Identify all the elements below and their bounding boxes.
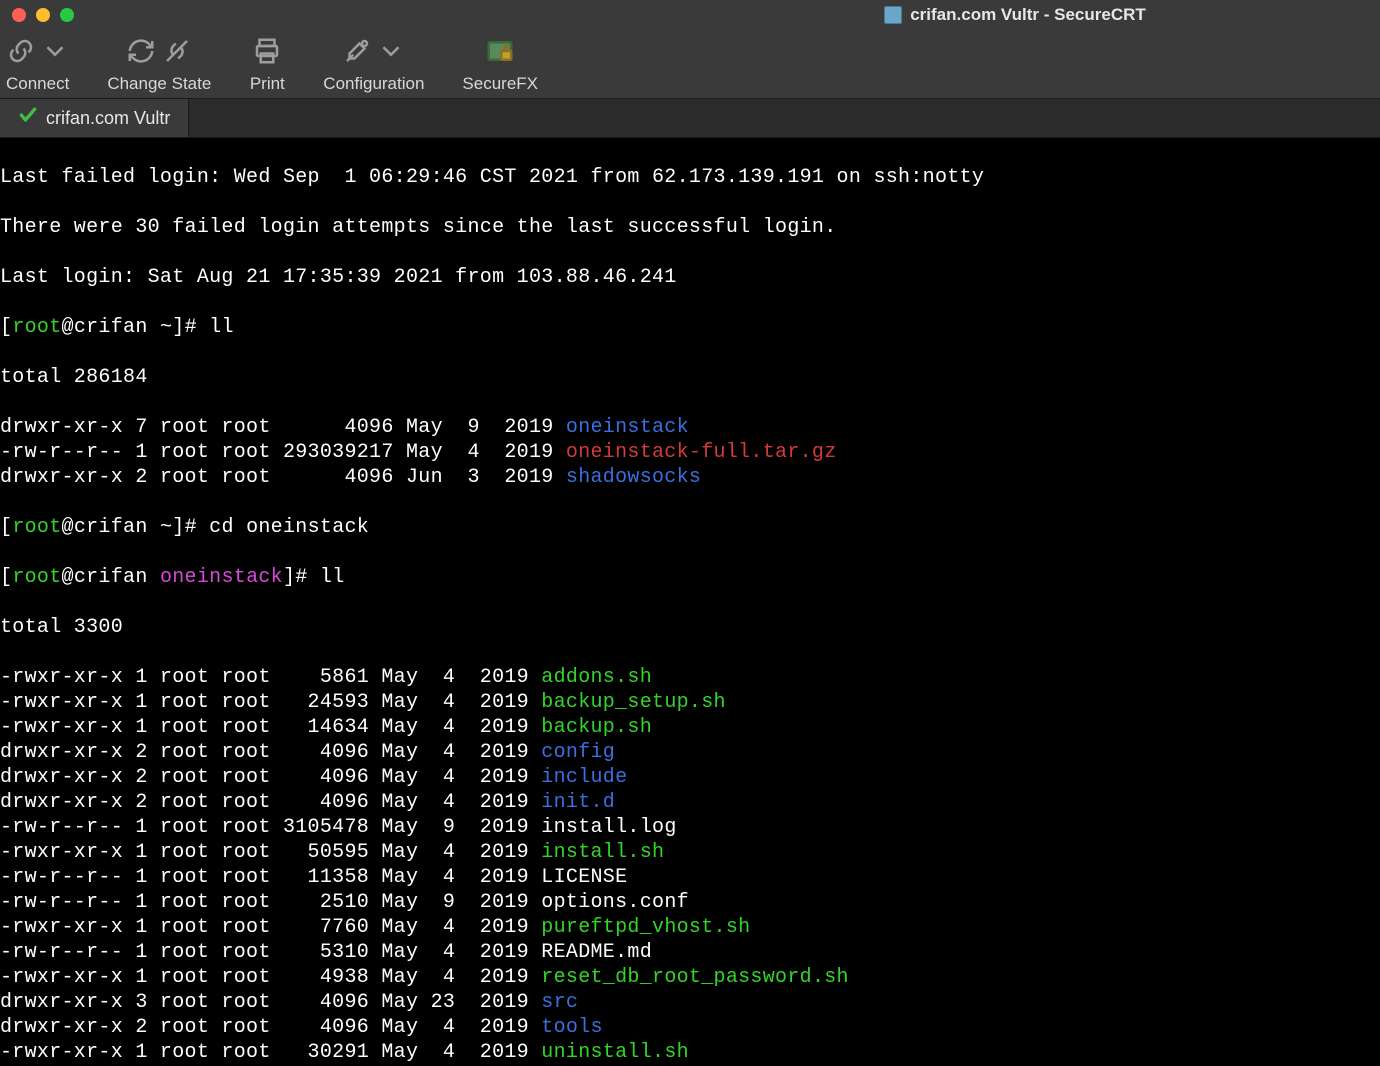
ls-row: -rw-r--r-- 1 root root 5310 May 4 2019 R… bbox=[0, 940, 1380, 965]
file-name: shadowsocks bbox=[566, 465, 701, 490]
securefx-icon bbox=[485, 36, 515, 71]
ls-row: -rwxr-xr-x 1 root root 24593 May 4 2019 … bbox=[0, 690, 1380, 715]
connect-label: Connect bbox=[6, 74, 69, 94]
configuration-button[interactable]: Configuration bbox=[323, 38, 424, 94]
file-name: src bbox=[541, 990, 578, 1015]
file-meta: drwxr-xr-x 2 root root 4096 May 4 2019 bbox=[0, 741, 541, 764]
ls-row: -rw-r--r-- 1 root root 3105478 May 9 201… bbox=[0, 815, 1380, 840]
file-name: options.conf bbox=[541, 890, 689, 915]
change-state-button[interactable]: Change State bbox=[107, 38, 211, 94]
ls-listing-1: drwxr-xr-x 7 root root 4096 May 9 2019 o… bbox=[0, 415, 1380, 490]
file-name: backup.sh bbox=[541, 715, 652, 740]
file-name: README.md bbox=[541, 940, 652, 965]
file-meta: -rw-r--r-- 1 root root 3105478 May 9 201… bbox=[0, 816, 541, 839]
prompt-line: [root@crifan ~]# ll bbox=[0, 315, 1380, 340]
file-meta: drwxr-xr-x 7 root root 4096 May 9 2019 bbox=[0, 416, 566, 439]
file-meta: drwxr-xr-x 2 root root 4096 May 4 2019 bbox=[0, 791, 541, 814]
file-meta: -rw-r--r-- 1 root root 2510 May 9 2019 bbox=[0, 891, 541, 914]
file-name: LICENSE bbox=[541, 865, 627, 890]
ls-row: -rwxr-xr-x 1 root root 50595 May 4 2019 … bbox=[0, 840, 1380, 865]
file-meta: -rwxr-xr-x 1 root root 50595 May 4 2019 bbox=[0, 841, 541, 864]
file-meta: drwxr-xr-x 2 root root 4096 Jun 3 2019 bbox=[0, 466, 566, 489]
check-icon bbox=[18, 105, 38, 131]
link-icon bbox=[6, 36, 36, 71]
print-label: Print bbox=[250, 74, 285, 94]
tabbar: crifan.com Vultr bbox=[0, 98, 1380, 138]
ls-row: -rwxr-xr-x 1 root root 14634 May 4 2019 … bbox=[0, 715, 1380, 740]
ls-row: drwxr-xr-x 3 root root 4096 May 23 2019 … bbox=[0, 990, 1380, 1015]
ls-row: drwxr-xr-x 2 root root 4096 Jun 3 2019 s… bbox=[0, 465, 1380, 490]
prompt-line: [root@crifan oneinstack]# ll bbox=[0, 565, 1380, 590]
ls-listing-2: -rwxr-xr-x 1 root root 5861 May 4 2019 a… bbox=[0, 665, 1380, 1066]
window-controls bbox=[12, 8, 74, 22]
printer-icon bbox=[252, 36, 282, 71]
prompt-line: [root@crifan ~]# cd oneinstack bbox=[0, 515, 1380, 540]
file-meta: drwxr-xr-x 2 root root 4096 May 4 2019 bbox=[0, 766, 541, 789]
file-name: config bbox=[541, 740, 615, 765]
file-meta: -rwxr-xr-x 1 root root 14634 May 4 2019 bbox=[0, 716, 541, 739]
file-meta: -rwxr-xr-x 1 root root 5861 May 4 2019 bbox=[0, 666, 541, 689]
chevron-down-icon bbox=[40, 36, 70, 71]
securefx-button[interactable]: SecureFX bbox=[462, 38, 538, 94]
minimize-window-button[interactable] bbox=[36, 8, 50, 22]
ls-row: drwxr-xr-x 2 root root 4096 May 4 2019 i… bbox=[0, 790, 1380, 815]
file-meta: drwxr-xr-x 2 root root 4096 May 4 2019 bbox=[0, 1016, 541, 1039]
file-meta: -rw-r--r-- 1 root root 5310 May 4 2019 bbox=[0, 941, 541, 964]
file-name: oneinstack bbox=[566, 415, 689, 440]
file-name: backup_setup.sh bbox=[541, 690, 726, 715]
file-meta: -rw-r--r-- 1 root root 11358 May 4 2019 bbox=[0, 866, 541, 889]
file-meta: -rwxr-xr-x 1 root root 7760 May 4 2019 bbox=[0, 916, 541, 939]
chevron-down-icon bbox=[376, 36, 406, 71]
ls-row: drwxr-xr-x 2 root root 4096 May 4 2019 i… bbox=[0, 765, 1380, 790]
ls-row: -rwxr-xr-x 1 root root 4938 May 4 2019 r… bbox=[0, 965, 1380, 990]
file-name: pureftpd_vhost.sh bbox=[541, 915, 750, 940]
disconnect-icon bbox=[162, 36, 192, 71]
ls-row: -rw-r--r-- 1 root root 2510 May 9 2019 o… bbox=[0, 890, 1380, 915]
file-meta: -rwxr-xr-x 1 root root 4938 May 4 2019 bbox=[0, 966, 541, 989]
terminal-line: Last login: Sat Aug 21 17:35:39 2021 fro… bbox=[0, 265, 1380, 290]
connect-button[interactable]: Connect bbox=[6, 38, 69, 94]
securefx-label: SecureFX bbox=[462, 74, 538, 94]
ls-row: drwxr-xr-x 7 root root 4096 May 9 2019 o… bbox=[0, 415, 1380, 440]
print-button[interactable]: Print bbox=[249, 38, 285, 94]
file-name: include bbox=[541, 765, 627, 790]
tools-icon bbox=[342, 36, 372, 71]
ls-row: -rwxr-xr-x 1 root root 5861 May 4 2019 a… bbox=[0, 665, 1380, 690]
file-name: uninstall.sh bbox=[541, 1040, 689, 1065]
ls-row: -rw-r--r-- 1 root root 11358 May 4 2019 … bbox=[0, 865, 1380, 890]
toolbar: Connect Change State Print bbox=[0, 30, 1380, 98]
titlebar: crifan.com Vultr - SecureCRT bbox=[0, 0, 1380, 30]
terminal-line: There were 30 failed login attempts sinc… bbox=[0, 215, 1380, 240]
close-window-button[interactable] bbox=[12, 8, 26, 22]
file-meta: -rwxr-xr-x 1 root root 24593 May 4 2019 bbox=[0, 691, 541, 714]
window-title-group: crifan.com Vultr - SecureCRT bbox=[884, 5, 1146, 25]
file-name: reset_db_root_password.sh bbox=[541, 965, 849, 990]
ls-row: drwxr-xr-x 2 root root 4096 May 4 2019 c… bbox=[0, 740, 1380, 765]
file-name: tools bbox=[541, 1015, 603, 1040]
file-name: oneinstack-full.tar.gz bbox=[566, 440, 837, 465]
file-meta: -rw-r--r-- 1 root root 293039217 May 4 2… bbox=[0, 441, 566, 464]
configuration-label: Configuration bbox=[323, 74, 424, 94]
file-name: install.log bbox=[541, 815, 676, 840]
tab-label: crifan.com Vultr bbox=[46, 108, 170, 129]
file-name: init.d bbox=[541, 790, 615, 815]
file-meta: -rwxr-xr-x 1 root root 30291 May 4 2019 bbox=[0, 1041, 541, 1064]
tab-session[interactable]: crifan.com Vultr bbox=[0, 99, 189, 137]
file-name: install.sh bbox=[541, 840, 664, 865]
ls-row: -rw-r--r-- 1 root root 293039217 May 4 2… bbox=[0, 440, 1380, 465]
ls-row: -rwxr-xr-x 1 root root 30291 May 4 2019 … bbox=[0, 1040, 1380, 1065]
ls-row: drwxr-xr-x 2 root root 4096 May 4 2019 t… bbox=[0, 1015, 1380, 1040]
maximize-window-button[interactable] bbox=[60, 8, 74, 22]
terminal-line: total 3300 bbox=[0, 615, 1380, 640]
terminal-line: Last failed login: Wed Sep 1 06:29:46 CS… bbox=[0, 165, 1380, 190]
app-icon bbox=[884, 6, 902, 24]
terminal[interactable]: Last failed login: Wed Sep 1 06:29:46 CS… bbox=[0, 138, 1380, 1066]
file-name: addons.sh bbox=[541, 665, 652, 690]
file-meta: drwxr-xr-x 3 root root 4096 May 23 2019 bbox=[0, 991, 541, 1014]
reconnect-icon bbox=[126, 36, 156, 71]
change-state-label: Change State bbox=[107, 74, 211, 94]
window-title: crifan.com Vultr - SecureCRT bbox=[910, 5, 1146, 25]
ls-row: -rwxr-xr-x 1 root root 7760 May 4 2019 p… bbox=[0, 915, 1380, 940]
terminal-line: total 286184 bbox=[0, 365, 1380, 390]
